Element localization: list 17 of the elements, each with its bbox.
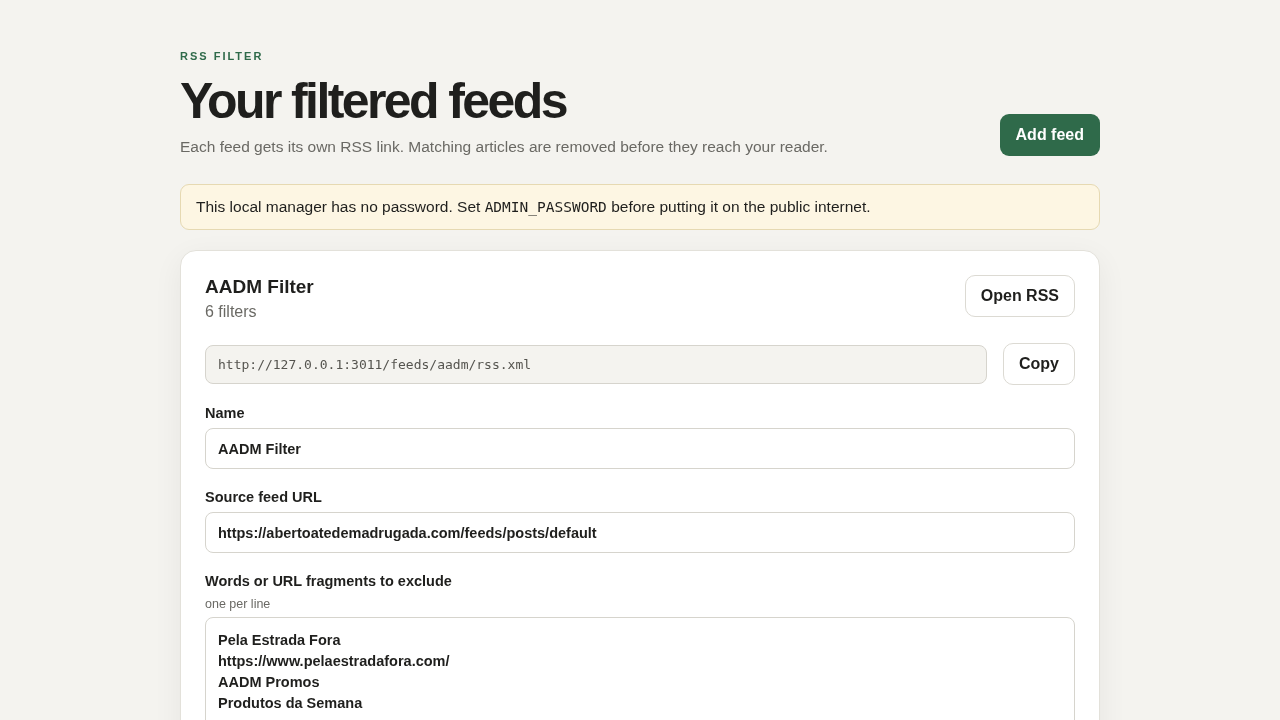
field-hint: one per line [205, 597, 271, 611]
field-label: Name [205, 405, 245, 421]
text-field[interactable]: https://abertoatedemadrugada.com/feeds/posts/default [205, 512, 1075, 553]
add-feed-button[interactable]: Add feed [999, 114, 1100, 156]
field-label: Source feed URL [205, 489, 322, 505]
exclude-list-field[interactable]: Pela Estrada Fora https://www.pelaestradafora.com/ AADM Promos Produtos da Semana [205, 617, 1075, 720]
open-rss-button[interactable]: Open RSS [964, 275, 1075, 317]
rss-url-field[interactable]: http://127.0.0.1:3011/feeds/aadm/rss.xml [205, 344, 987, 384]
feed-name: AADM Filter [205, 276, 314, 298]
field-label: Words or URL fragments to exclude [205, 573, 452, 589]
eyebrow-label: RSS FILTER [180, 50, 264, 62]
page-subtitle: Each feed gets its own RSS link. Matching articles are removed before they reach your reader. [180, 138, 828, 156]
text-field[interactable]: AADM Filter [205, 428, 1075, 469]
warning-text: This local manager has no password. Set ADMIN_PASSWORD before putting it on the public internet. [196, 198, 871, 215]
filter-count: 6 filters [205, 303, 257, 321]
copy-button[interactable]: Copy [1003, 343, 1075, 385]
page-title: Your filtered feeds [180, 74, 566, 128]
